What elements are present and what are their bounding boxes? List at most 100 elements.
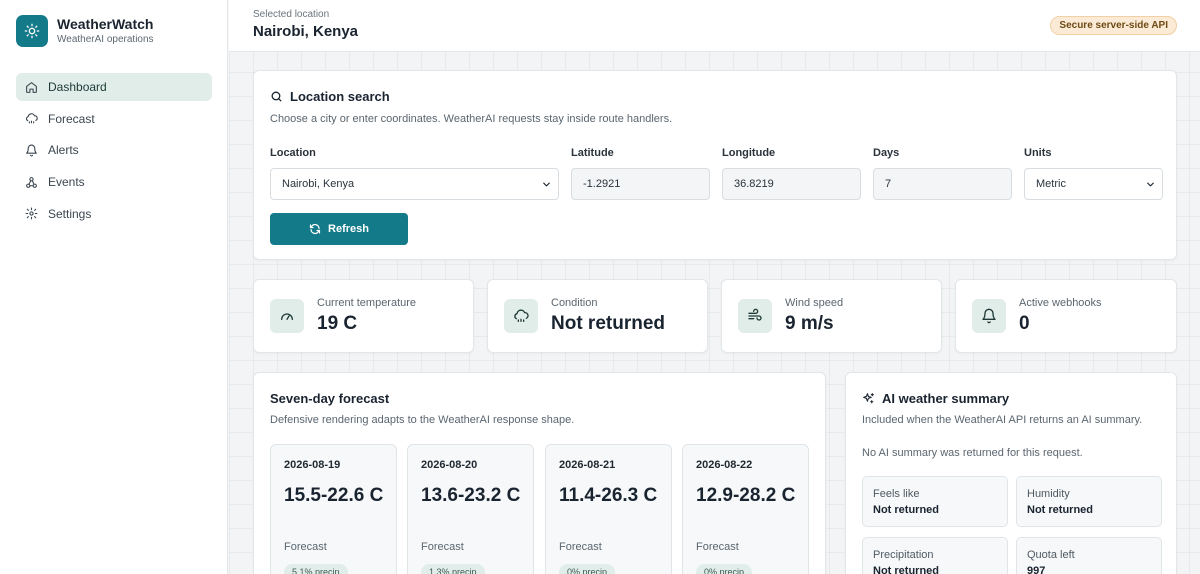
page-title: Nairobi, Kenya bbox=[253, 23, 359, 40]
sidebar-item-label: Events bbox=[48, 175, 85, 190]
sparkle-icon bbox=[863, 393, 874, 404]
metric-value: 997 bbox=[1027, 565, 1046, 574]
sidebar-item-label: Dashboard bbox=[48, 80, 107, 94]
stat-card-webhooks: Active webhooks 0 bbox=[955, 279, 1177, 353]
sidebar-item-label: Forecast bbox=[48, 111, 95, 126]
metric-label: Humidity bbox=[1027, 488, 1070, 500]
precip-badge: 0% precip bbox=[696, 564, 753, 574]
stat-label: Current temperature bbox=[317, 297, 417, 309]
forecast-range: 12.9-28.2 C bbox=[696, 485, 796, 506]
forecast-date: 2026-08-21 bbox=[559, 459, 616, 471]
brand-subtitle: WeatherAI operations bbox=[57, 34, 154, 45]
status-badge: Secure server-side API bbox=[1050, 16, 1177, 35]
sidebar-item-events[interactable]: Events bbox=[16, 168, 212, 196]
forecast-day-card: 2026-08-22 12.9-28.2 C Forecast 0% preci… bbox=[682, 444, 809, 574]
forecast-day-card: 2026-08-20 13.6-23.2 C Forecast 1.3% pre… bbox=[407, 444, 534, 574]
units-select[interactable]: Metric bbox=[1024, 168, 1163, 200]
bell-icon bbox=[972, 299, 1006, 333]
metric-humidity: Humidity Not returned bbox=[1016, 476, 1162, 527]
stat-value: 0 bbox=[1019, 313, 1030, 334]
refresh-icon bbox=[309, 224, 321, 234]
main-content: Selected location Nairobi, Kenya Secure … bbox=[229, 0, 1200, 574]
forecast-desc: Forecast bbox=[284, 541, 327, 553]
sidebar-item-dashboard[interactable]: Dashboard bbox=[16, 73, 212, 101]
longitude-label: Longitude bbox=[722, 147, 776, 159]
stat-label: Active webhooks bbox=[1019, 297, 1102, 309]
days-label: Days bbox=[873, 147, 900, 159]
days-input[interactable]: 7 bbox=[873, 168, 1012, 200]
location-select[interactable]: Nairobi, Kenya bbox=[270, 168, 559, 200]
forecast-desc: Forecast bbox=[421, 541, 464, 553]
longitude-input[interactable]: 36.8219 bbox=[722, 168, 861, 200]
chevron-down-icon bbox=[1147, 182, 1154, 186]
precip-badge: 0% precip bbox=[559, 564, 616, 574]
sidebar-item-settings[interactable]: Settings bbox=[16, 200, 212, 228]
forecast-day-card: 2026-08-19 15.5-22.6 C Forecast 5.1% pre… bbox=[270, 444, 397, 574]
metric-quota-left: Quota left 997 bbox=[1016, 537, 1162, 574]
card-title: Seven-day forecast bbox=[270, 391, 390, 406]
metric-label: Quota left bbox=[1027, 549, 1075, 561]
cloud-rain-icon bbox=[25, 113, 38, 124]
sidebar: WeatherWatch WeatherAI operations Dashbo… bbox=[0, 0, 228, 574]
card-title: AI weather summary bbox=[862, 391, 1009, 406]
stat-label: Condition bbox=[551, 297, 598, 309]
bell-icon bbox=[26, 144, 37, 157]
cloud-rain-icon bbox=[504, 299, 538, 333]
metric-value: Not returned bbox=[873, 504, 939, 516]
webhook-icon bbox=[26, 176, 37, 188]
selected-location-label: Selected location bbox=[253, 9, 330, 20]
metric-label: Precipitation bbox=[873, 549, 934, 561]
brand: WeatherWatch WeatherAI operations bbox=[16, 15, 154, 47]
forecast-range: 15.5-22.6 C bbox=[284, 485, 384, 506]
forecast-date: 2026-08-20 bbox=[421, 459, 478, 471]
stat-value: Not returned bbox=[551, 313, 665, 334]
stat-label: Wind speed bbox=[785, 297, 844, 309]
stat-card-wind: Wind speed 9 m/s bbox=[721, 279, 942, 353]
stat-value: 9 m/s bbox=[785, 313, 834, 334]
search-icon bbox=[271, 91, 282, 102]
card-title: Location search bbox=[270, 89, 390, 104]
wind-icon bbox=[738, 299, 772, 333]
forecast-desc: Forecast bbox=[696, 541, 739, 553]
sidebar-nav: Dashboard Forecast Alerts Events Setting… bbox=[16, 73, 212, 231]
brand-name: WeatherWatch bbox=[57, 16, 154, 32]
stat-value: 19 C bbox=[317, 313, 358, 334]
summary-empty-text: No AI summary was returned for this requ… bbox=[862, 447, 1083, 459]
location-label: Location bbox=[270, 147, 316, 159]
latitude-input[interactable]: -1.2921 bbox=[571, 168, 710, 200]
forecast-date: 2026-08-22 bbox=[696, 459, 753, 471]
sidebar-item-alerts[interactable]: Alerts bbox=[16, 136, 212, 164]
sidebar-item-forecast[interactable]: Forecast bbox=[16, 105, 212, 133]
sidebar-item-label: Settings bbox=[48, 206, 92, 221]
stat-card-temperature: Current temperature 19 C bbox=[253, 279, 474, 353]
sidebar-item-label: Alerts bbox=[48, 143, 79, 158]
metric-value: Not returned bbox=[873, 565, 939, 574]
forecast-date: 2026-08-19 bbox=[284, 459, 341, 471]
chevron-down-icon bbox=[543, 182, 550, 186]
metric-label: Feels like bbox=[873, 488, 920, 500]
forecast-desc: Forecast bbox=[559, 541, 602, 553]
card-subtitle: Defensive rendering adapts to the Weathe… bbox=[270, 414, 575, 426]
metric-feels-like: Feels like Not returned bbox=[862, 476, 1008, 527]
card-subtitle: Choose a city or enter coordinates. Weat… bbox=[270, 113, 673, 125]
location-search-card: Location search Choose a city or enter c… bbox=[253, 70, 1177, 260]
ai-summary-card: AI weather summary Included when the Wea… bbox=[845, 372, 1177, 574]
sun-logo-icon bbox=[16, 15, 48, 47]
refresh-button[interactable]: Refresh bbox=[270, 213, 408, 245]
card-subtitle: Included when the WeatherAI API returns … bbox=[862, 414, 1143, 426]
forecast-day-card: 2026-08-21 11.4-26.3 C Forecast 0% preci… bbox=[545, 444, 672, 574]
gear-icon bbox=[25, 207, 38, 220]
precip-badge: 5.1% precip bbox=[284, 564, 348, 574]
forecast-range: 13.6-23.2 C bbox=[421, 485, 521, 506]
forecast-card: Seven-day forecast Defensive rendering a… bbox=[253, 372, 826, 574]
units-label: Units bbox=[1024, 147, 1052, 159]
latitude-label: Latitude bbox=[571, 147, 614, 159]
forecast-range: 11.4-26.3 C bbox=[559, 485, 658, 506]
metric-precipitation: Precipitation Not returned bbox=[862, 537, 1008, 574]
stat-card-condition: Condition Not returned bbox=[487, 279, 708, 353]
topbar: Selected location Nairobi, Kenya Secure … bbox=[229, 0, 1200, 52]
gauge-icon bbox=[270, 299, 304, 333]
precip-badge: 1.3% precip bbox=[421, 564, 485, 574]
home-icon bbox=[26, 81, 37, 93]
metric-value: Not returned bbox=[1027, 504, 1093, 516]
